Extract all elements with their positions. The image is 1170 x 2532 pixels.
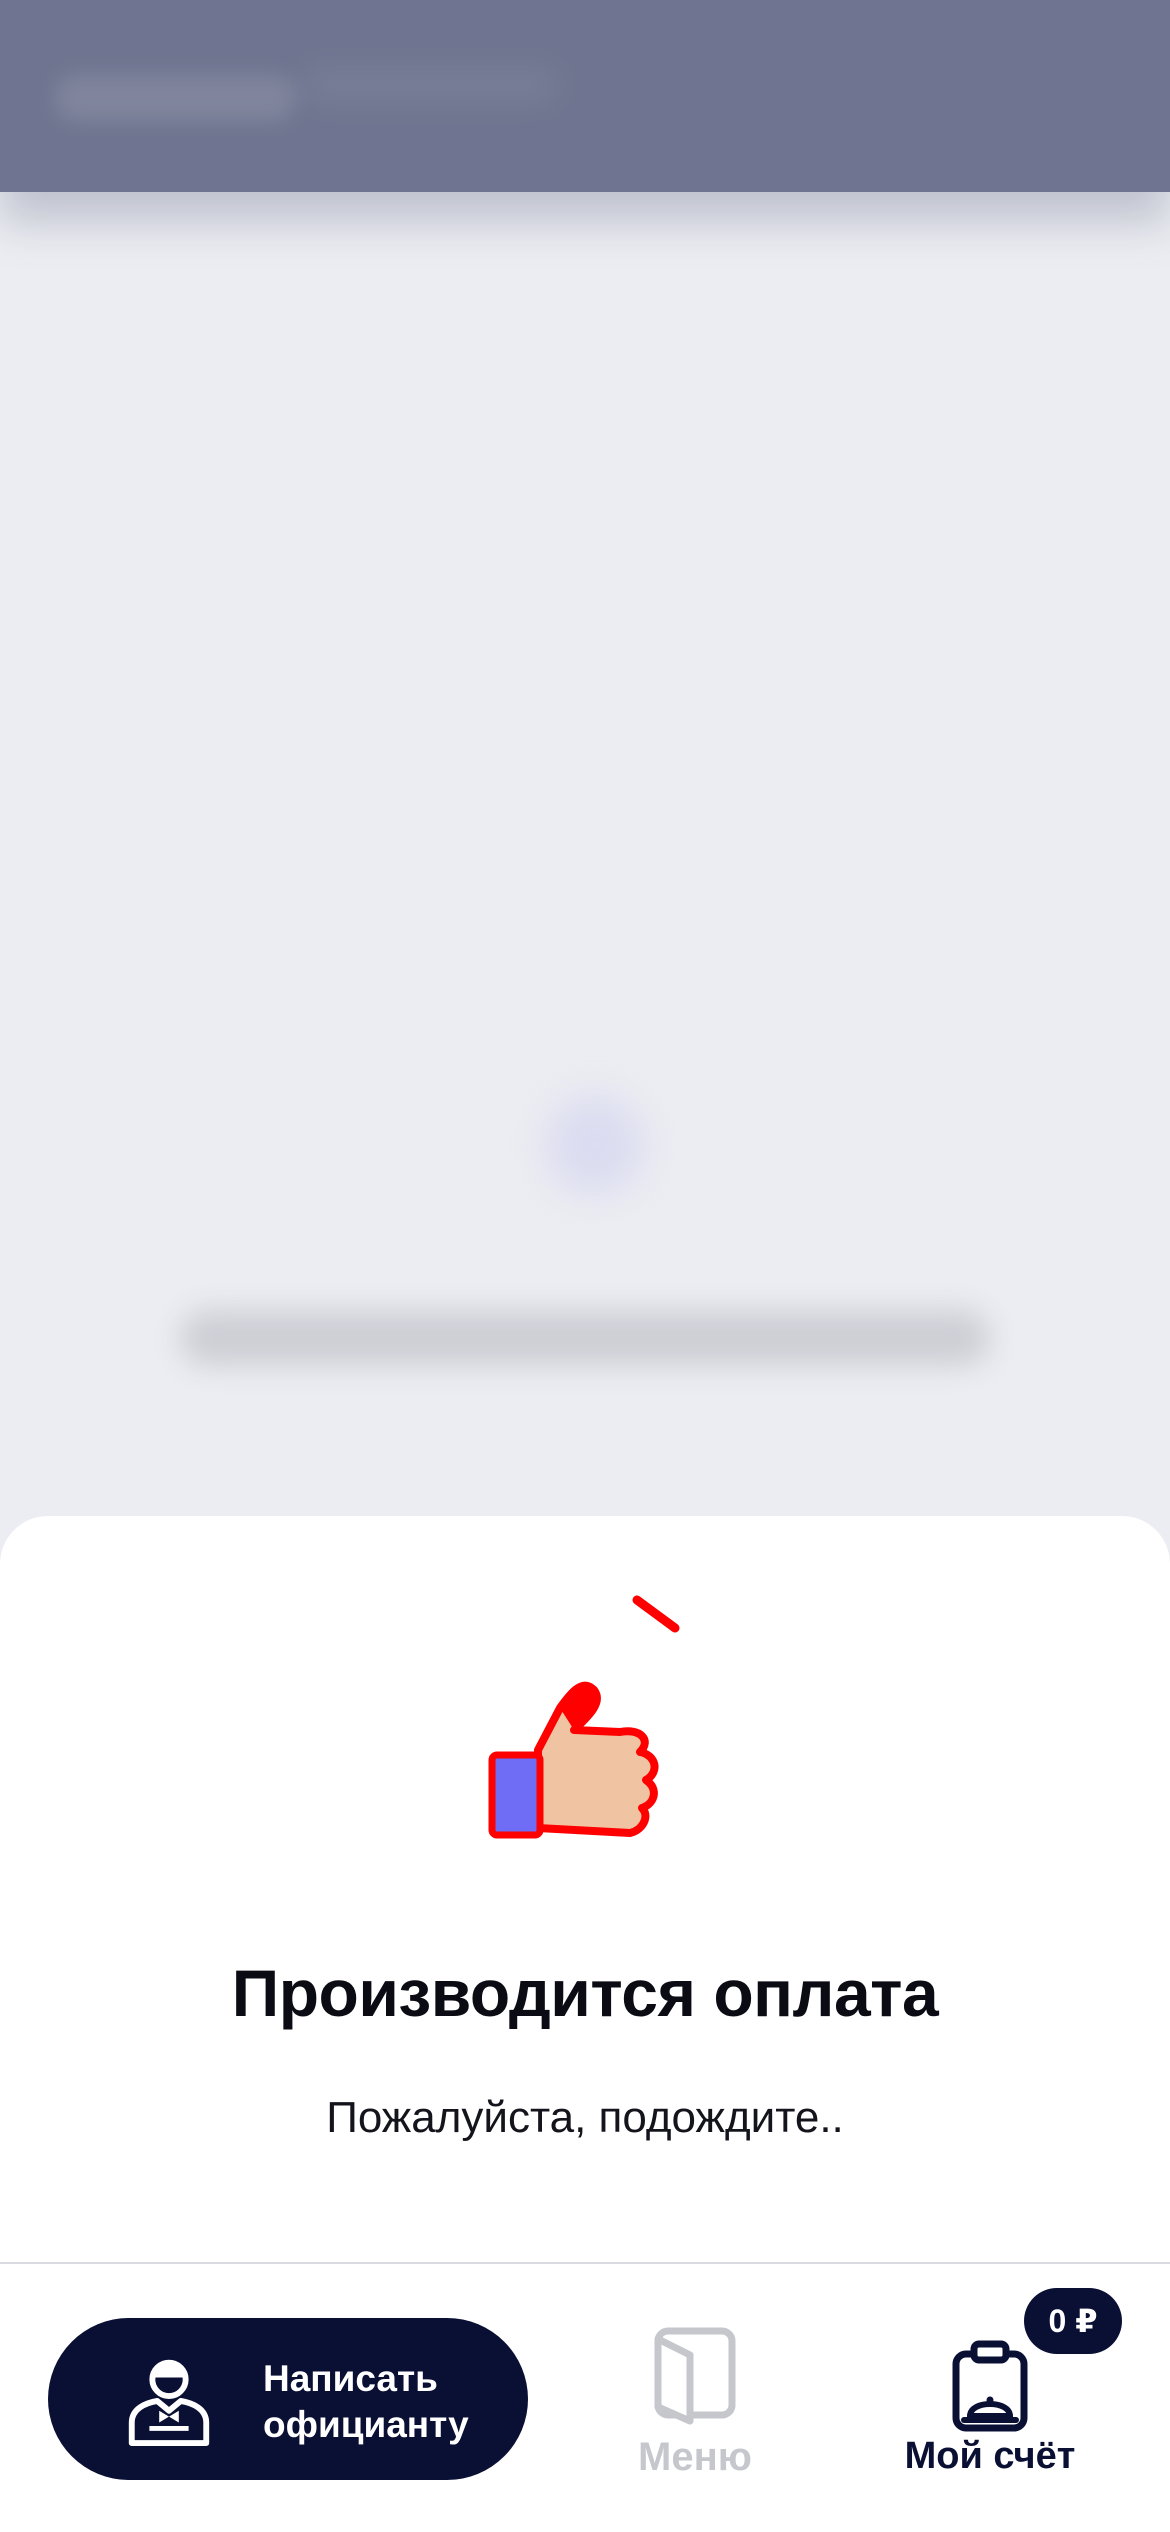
payment-subtitle: Пожалуйста, подождите.. — [326, 2093, 844, 2142]
header-bar-blurred — [0, 0, 1170, 192]
clipboard-cloche-icon — [952, 2340, 1028, 2432]
tab-menu[interactable]: Меню — [620, 2325, 770, 2495]
bottom-bar-divider — [0, 2262, 1170, 2264]
bill-total-badge: 0 ₽ — [1024, 2288, 1122, 2354]
blurred-status-text — [180, 1310, 990, 1366]
tab-menu-label: Меню — [638, 2435, 752, 2479]
call-waiter-label: Написать официанту — [263, 2358, 469, 2445]
waiter-icon — [128, 2359, 210, 2447]
hand-palm — [534, 1681, 659, 1837]
blurred-header-content — [55, 75, 295, 121]
call-waiter-button[interactable]: Написать официанту — [48, 2318, 528, 2480]
blurred-header-content-2 — [300, 65, 560, 105]
hand-cuff — [488, 1751, 544, 1839]
payment-title: Производится оплата — [231, 1956, 939, 2030]
menu-book-icon — [654, 2327, 736, 2425]
tab-my-bill-label: Мой счёт — [904, 2435, 1076, 2477]
motion-stroke — [632, 1595, 680, 1633]
thumbs-up-illustration — [488, 1595, 680, 1839]
blurred-loading-spinner — [545, 1095, 645, 1195]
